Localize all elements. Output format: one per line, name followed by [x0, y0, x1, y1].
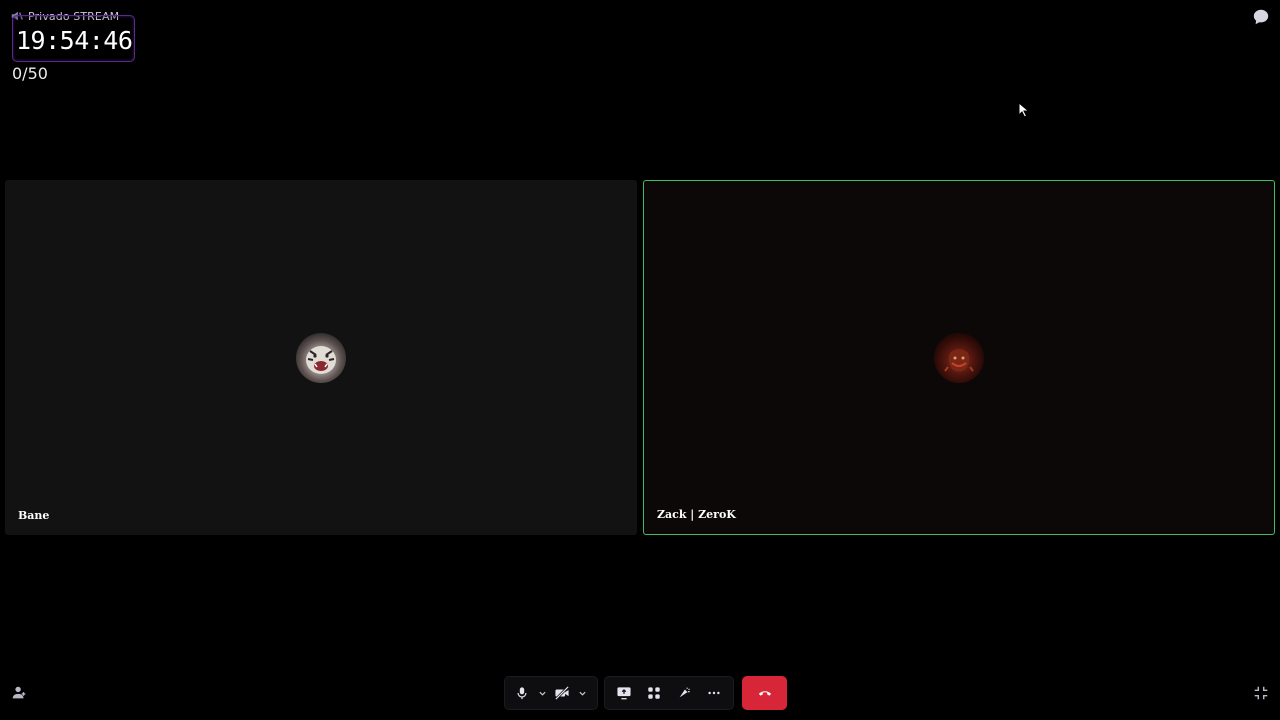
chevron-down-icon	[538, 691, 546, 696]
participant-name: Zack | ZeroK	[657, 508, 736, 521]
screen-share-button[interactable]	[609, 678, 639, 708]
camera-button[interactable]	[549, 678, 575, 708]
more-options-icon	[708, 691, 720, 695]
user-add-icon	[12, 686, 26, 699]
exit-fullscreen-button[interactable]	[1252, 684, 1270, 702]
viewer-counter: 0/50	[12, 64, 48, 83]
soundboard-icon	[679, 687, 690, 698]
mouse-cursor-icon	[1018, 102, 1030, 118]
hang-up-button[interactable]	[742, 676, 787, 710]
avatar	[934, 332, 984, 383]
media-controls	[504, 676, 598, 710]
session-timer: 19:54:46	[16, 26, 133, 55]
microphone-button[interactable]	[509, 678, 535, 708]
character-avatar-icon	[944, 348, 974, 372]
camera-options-button[interactable]	[575, 678, 589, 708]
chevron-down-icon	[578, 691, 586, 696]
activities-button[interactable]	[639, 678, 669, 708]
participant-tile-zack-zerok[interactable]: Zack | ZeroK	[643, 180, 1275, 535]
participant-tile-bane[interactable]: Bane	[5, 180, 637, 535]
microphone-options-button[interactable]	[535, 678, 549, 708]
chat-icon[interactable]	[1252, 8, 1270, 26]
soundboard-button[interactable]	[669, 678, 699, 708]
microphone-icon	[517, 687, 527, 700]
participants-button[interactable]	[10, 684, 28, 702]
tiger-avatar-icon	[306, 345, 336, 374]
action-controls	[604, 676, 734, 710]
camera-off-icon	[554, 686, 570, 700]
activities-icon	[648, 687, 660, 699]
avatar	[296, 332, 346, 383]
collapse-icon	[1254, 686, 1268, 700]
participant-name: Bane	[18, 509, 50, 522]
more-options-button[interactable]	[699, 678, 729, 708]
hang-up-icon	[758, 691, 771, 696]
screen-share-icon	[617, 687, 631, 700]
